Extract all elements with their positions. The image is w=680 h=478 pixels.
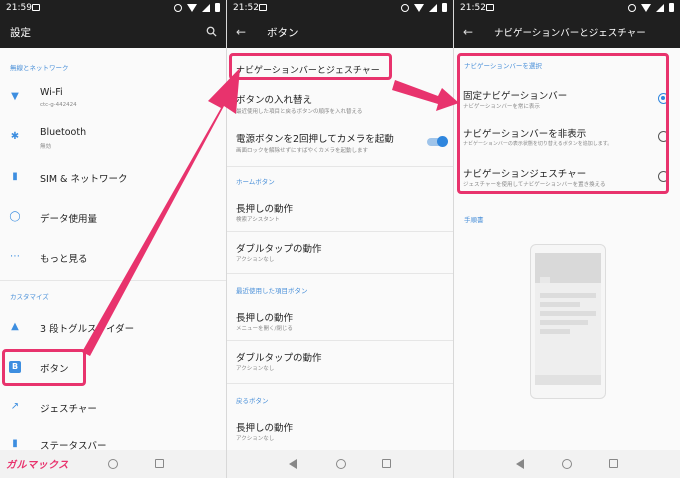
arrow-buttons-to-navbar — [82, 68, 240, 356]
arrows-overlay — [82, 68, 459, 356]
arrow-navbar-to-options — [392, 80, 459, 111]
